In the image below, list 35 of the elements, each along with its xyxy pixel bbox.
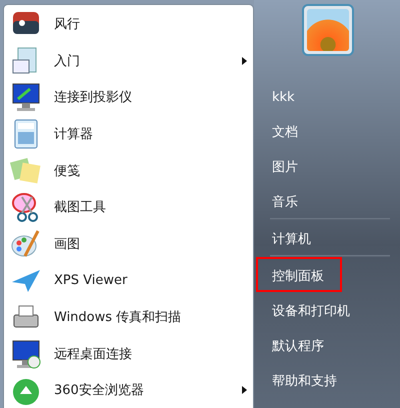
- program-label: 便笺: [54, 162, 81, 180]
- program-item[interactable]: 画图: [4, 226, 253, 262]
- monitor-icon: [10, 81, 42, 114]
- program-item[interactable]: 360安全浏览器: [4, 372, 253, 408]
- monitor-icon: [10, 338, 42, 370]
- program-label: 入门: [54, 52, 81, 70]
- program-item[interactable]: 连接到投影仪: [4, 79, 253, 116]
- program-item[interactable]: 远程桌面连接: [4, 335, 253, 372]
- program-item[interactable]: XPS Viewer: [4, 262, 253, 299]
- program-item[interactable]: 入门: [4, 42, 253, 80]
- program-item[interactable]: 截图工具: [4, 188, 253, 226]
- program-label: 截图工具: [54, 199, 107, 216]
- program-item[interactable]: 计算器: [4, 116, 253, 152]
- menu-link[interactable]: 文档: [256, 113, 316, 148]
- program-label: XPS Viewer: [54, 272, 128, 288]
- program-label: 画图: [54, 236, 81, 253]
- menu-link[interactable]: kkk: [256, 78, 313, 113]
- menu-link[interactable]: 控制面板: [256, 257, 342, 292]
- menu-link[interactable]: 图片: [256, 148, 316, 183]
- program-item[interactable]: Windows 传真和扫描: [4, 298, 253, 336]
- program-label: 360安全浏览器: [54, 382, 145, 400]
- program-item[interactable]: 风行: [4, 6, 253, 43]
- menu-link[interactable]: 计算机: [256, 220, 329, 255]
- program-label: 计算器: [54, 126, 94, 144]
- photo-placeholder: [307, 9, 349, 51]
- program-label: 连接到投影仪: [54, 89, 133, 106]
- menu-link[interactable]: 音乐: [256, 183, 316, 218]
- program-label: 远程桌面连接: [54, 346, 133, 363]
- program-item[interactable]: 便笺: [4, 152, 253, 189]
- program-label: 风行: [54, 16, 81, 34]
- program-label: Windows 传真和扫描: [54, 309, 182, 326]
- menu-link[interactable]: 默认程序: [256, 327, 342, 362]
- menu-link[interactable]: 设备和打印机: [256, 292, 368, 327]
- user-picture[interactable]: [302, 4, 354, 56]
- menu-link[interactable]: 帮助和支持: [256, 362, 355, 397]
